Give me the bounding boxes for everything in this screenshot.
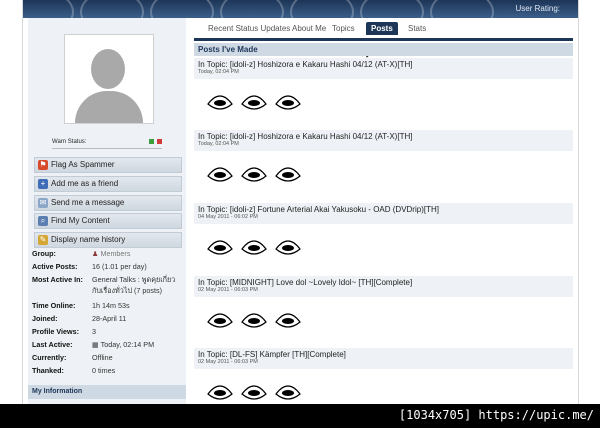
- info-row-last-active: Last Active: ▦ Today, 02:14 PM: [32, 340, 155, 349]
- warn-increase-icon[interactable]: [149, 139, 155, 144]
- emoticon-icon: [275, 385, 302, 400]
- send-message-button[interactable]: ✉ Send me a message: [34, 194, 182, 211]
- member-icon: ♟: [92, 249, 99, 258]
- left-margin: [0, 0, 23, 410]
- tab-posts[interactable]: Posts: [366, 22, 398, 35]
- info-row-time-online: Time Online: 1h 14m 53s: [32, 301, 130, 310]
- calendar-icon: ▦: [92, 340, 99, 349]
- user-rating-label: User Rating:: [515, 4, 560, 13]
- add-friend-icon: +: [38, 178, 48, 189]
- posts-header: Posts I've Made: [194, 43, 573, 56]
- emoticon-icon: [241, 313, 268, 328]
- emoticon-icon: [241, 385, 268, 400]
- emoticon-icon: [275, 167, 302, 182]
- emoticon-icon: [207, 385, 233, 400]
- emoticon-icon: [207, 95, 233, 110]
- warn-decrease-icon[interactable]: [157, 139, 162, 144]
- warn-status-label: Warn Status:: [52, 139, 87, 145]
- emoticon-icon: [241, 240, 268, 255]
- post-title[interactable]: In Topic: [idoli-z] Fortune Arterial Aka…: [198, 203, 573, 214]
- post-date: 02 May 2011 - 06:03 PM: [198, 287, 258, 293]
- main-content: Recent Status Updates About Me Topics Po…: [194, 18, 573, 404]
- most-active-link[interactable]: General Talks : พูดคุยเกี่ยวกับเรื่องทั่…: [92, 275, 184, 297]
- post-date: Today, 02:04 PM: [198, 141, 239, 147]
- site-banner: User Rating:: [0, 0, 600, 18]
- info-row-group: Group: ♟ Members: [32, 249, 131, 258]
- search-icon: ⌕: [38, 216, 48, 227]
- post-item[interactable]: In Topic: [MIDNIGHT] Love dol ~Lovely Id…: [194, 276, 573, 348]
- post-date: 02 May 2011 - 06:03 PM: [198, 359, 258, 365]
- profile-info: Group: ♟ Members Active Posts: 16 (1.01 …: [32, 249, 184, 379]
- profile-actions: ⚑ Flag As Spammer + Add me as a friend ✉…: [34, 157, 182, 251]
- info-row-most-active: Most Active In: General Talks : พูดคุยเก…: [32, 275, 184, 297]
- info-row-thanked: Thanked: 0 times: [32, 366, 116, 375]
- emoticon-icon: [241, 167, 268, 182]
- post-title[interactable]: In Topic: [MIDNIGHT] Love dol ~Lovely Id…: [198, 276, 573, 287]
- emoticon-icon: [275, 313, 302, 328]
- info-row-profile-views: Profile Views: 3: [32, 327, 96, 336]
- add-friend-button[interactable]: + Add me as a friend: [34, 175, 182, 192]
- tab-recent-status[interactable]: Recent Status Updates: [208, 24, 290, 33]
- warn-status: Warn Status:: [52, 139, 162, 149]
- info-row-joined: Joined: 28-April 11: [32, 314, 127, 323]
- emoticon-icon: [275, 240, 302, 255]
- post-item[interactable]: In Topic: [idoli-z] Hoshizora e Kakaru H…: [194, 58, 573, 130]
- emoticon-icon: [207, 240, 233, 255]
- flag-spammer-button[interactable]: ⚑ Flag As Spammer: [34, 157, 182, 173]
- post-item[interactable]: In Topic: [idoli-z] Hoshizora e Kakaru H…: [194, 130, 573, 203]
- display-name-history-button[interactable]: ✎ Display name history: [34, 232, 182, 249]
- emoticon-icon: [241, 95, 268, 110]
- find-content-button[interactable]: ⌕ Find My Content: [34, 213, 182, 230]
- tab-stats[interactable]: Stats: [408, 24, 426, 33]
- emoticon-icon: [207, 167, 233, 182]
- profile-sidebar: Warn Status: ⚑ Flag As Spammer + Add me …: [28, 18, 186, 404]
- right-margin: [578, 0, 600, 410]
- tab-underline: [194, 38, 573, 41]
- profile-tabs: Recent Status Updates About Me Topics Po…: [194, 18, 573, 38]
- post-date: Today, 02:04 PM: [198, 69, 239, 75]
- image-host-watermark: [1034x705] https://upic.me/: [398, 408, 594, 422]
- post-item[interactable]: In Topic: [idoli-z] Fortune Arterial Aka…: [194, 203, 573, 276]
- flag-icon: ⚑: [38, 160, 48, 170]
- tab-topics[interactable]: Topics: [332, 24, 355, 33]
- avatar: [64, 34, 154, 124]
- info-row-currently: Currently: Offline: [32, 353, 113, 362]
- my-information-header[interactable]: My Information: [28, 385, 186, 399]
- post-title[interactable]: In Topic: [idoli-z] Hoshizora e Kakaru H…: [198, 130, 573, 141]
- post-date: 04 May 2011 - 06:02 PM: [198, 214, 258, 220]
- post-item[interactable]: In Topic: [DL-FS] Kämpfer [TH][Complete]…: [194, 348, 573, 404]
- emoticon-icon: [275, 95, 302, 110]
- emoticon-icon: [207, 313, 233, 328]
- tab-about-me[interactable]: About Me: [292, 24, 326, 33]
- post-title[interactable]: In Topic: [DL-FS] Kämpfer [TH][Complete]: [198, 348, 573, 359]
- pencil-icon: ✎: [38, 235, 48, 246]
- post-title[interactable]: In Topic: [idoli-z] Hoshizora e Kakaru H…: [198, 58, 573, 69]
- envelope-icon: ✉: [38, 197, 48, 208]
- page: User Rating: Warn Status: ⚑ Flag As Spam…: [0, 0, 600, 428]
- info-row-active-posts: Active Posts: 16 (1.01 per day): [32, 262, 147, 271]
